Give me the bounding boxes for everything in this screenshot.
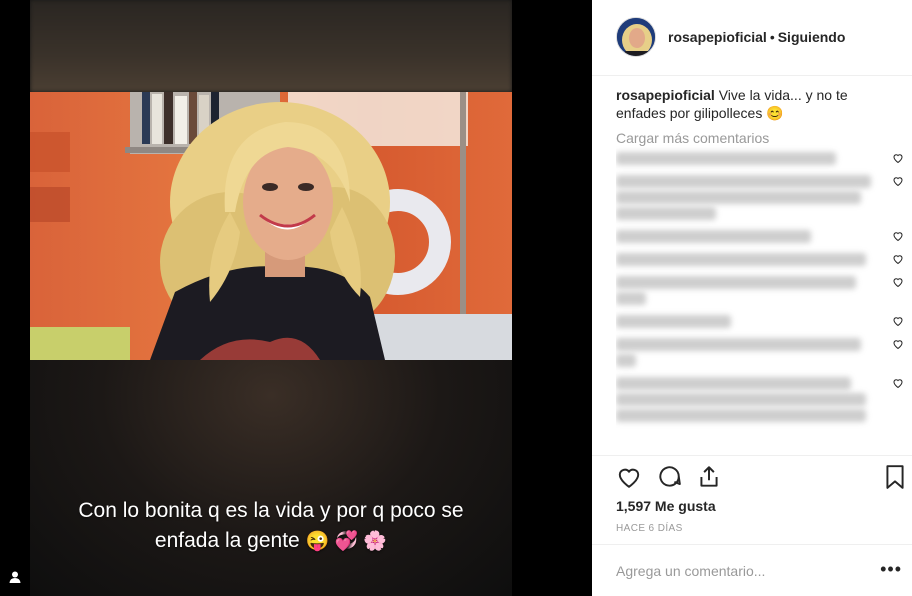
avatar-image (617, 18, 655, 56)
caption-emojis: 😜 💞 🌸 (305, 531, 388, 552)
bookmark-icon[interactable] (882, 464, 908, 490)
header-separator: • (769, 29, 775, 45)
caption-line-2: enfada la gente (154, 529, 300, 552)
blurred-comment (616, 338, 904, 367)
blurred-comment (616, 276, 904, 305)
like-comment-heart-icon[interactable] (892, 152, 904, 164)
tv-set-photo-illustration (30, 92, 512, 360)
like-comment-heart-icon[interactable] (892, 315, 904, 327)
instagram-post-view: Con lo bonita q es la vida y por q poco … (0, 0, 912, 596)
follow-status-button[interactable]: Siguiendo (778, 29, 846, 45)
post-photo (30, 92, 512, 360)
add-comment-bar: ••• (592, 544, 912, 596)
like-comment-heart-icon[interactable] (892, 230, 904, 242)
like-comment-heart-icon[interactable] (892, 338, 904, 350)
like-comment-heart-icon[interactable] (892, 276, 904, 288)
post-header: rosapepioficial • Siguiendo (592, 0, 912, 76)
post-side-panel: rosapepioficial • Siguiendo rosapepioficia… (592, 0, 912, 596)
owner-comment-username[interactable]: rosapepioficial (616, 87, 715, 103)
like-comment-heart-icon[interactable] (892, 175, 904, 187)
post-timestamp[interactable]: HACE 6 DÍAS (616, 523, 683, 534)
caption-line-2-wrap: enfada la gente 😜 💞 🌸 (30, 526, 512, 557)
blurred-comment (616, 152, 904, 165)
load-more-comments-button[interactable]: Cargar más comentarios (616, 130, 904, 146)
avatar[interactable] (616, 17, 656, 57)
like-comment-heart-icon[interactable] (892, 253, 904, 265)
likes-count[interactable]: 1,597 Me gusta (616, 498, 716, 514)
blurred-top-background (30, 0, 512, 92)
owner-comment: rosapepioficial Vive la vida... y no te … (616, 86, 874, 122)
blurred-comment (616, 253, 904, 266)
story-caption: Con lo bonita q es la vida y por q poco … (30, 496, 512, 557)
blurred-comment (616, 377, 904, 422)
blurred-comment (616, 230, 904, 243)
header-username[interactable]: rosapepioficial (668, 29, 767, 45)
comments-list[interactable]: rosapepioficial Vive la vida... y no te … (616, 86, 904, 456)
blurred-comment (616, 175, 904, 220)
blurred-comment (616, 315, 904, 328)
post-media[interactable]: Con lo bonita q es la vida y por q poco … (0, 0, 592, 596)
blurred-bottom-background (30, 360, 512, 596)
blurred-comments (616, 152, 904, 422)
more-options-button[interactable]: ••• (880, 559, 902, 580)
share-upload-icon[interactable] (696, 464, 722, 490)
header-text: rosapepioficial • Siguiendo (668, 29, 845, 45)
post-actions: 1,597 Me gusta HACE 6 DÍAS (592, 455, 912, 543)
like-comment-heart-icon[interactable] (892, 377, 904, 389)
caption-line-1: Con lo bonita q es la vida y por q poco … (78, 499, 464, 522)
add-comment-input[interactable] (616, 561, 856, 581)
story-frame: Con lo bonita q es la vida y por q poco … (30, 0, 512, 596)
comment-bubble-icon[interactable] (656, 464, 682, 490)
like-heart-icon[interactable] (616, 464, 642, 490)
tagged-user-icon[interactable] (8, 570, 22, 584)
